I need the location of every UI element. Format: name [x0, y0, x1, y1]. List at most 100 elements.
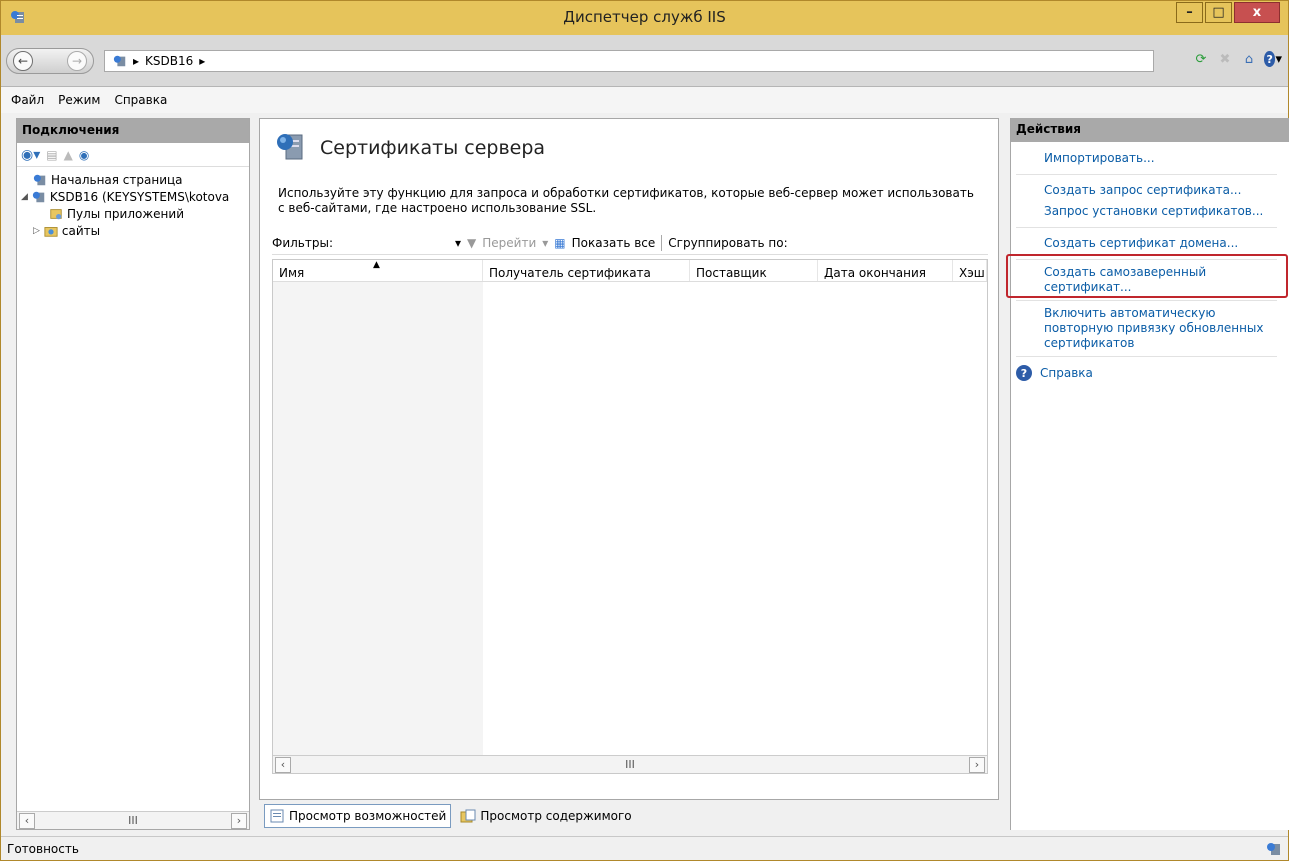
actions-header: Действия [1011, 118, 1289, 142]
menu-bar: Файл Режим Справка [1, 87, 1288, 113]
help-icon: ? [1016, 365, 1032, 381]
scroll-left-icon[interactable]: ‹ [19, 812, 35, 829]
tree-label: Начальная страница [51, 172, 183, 187]
save-icon[interactable]: ▤ [46, 148, 57, 162]
actions-list: Импортировать... Создать запрос сертифик… [1011, 142, 1289, 384]
disconnect-icon[interactable]: ◉ [79, 148, 89, 162]
show-all-icon: ▦ [554, 235, 566, 250]
back-arrow-icon[interactable]: ← [13, 51, 33, 71]
action-create-domain-cert[interactable]: Создать сертификат домена... [1016, 233, 1277, 254]
tab-content-view[interactable]: Просмотр содержимого [455, 804, 636, 828]
expand-triangle-icon[interactable]: ▷ [33, 226, 40, 236]
action-help[interactable]: ? Справка [1016, 362, 1289, 384]
connections-header: Подключения [17, 119, 249, 143]
close-button[interactable]: x [1234, 2, 1280, 23]
features-view-icon [270, 809, 284, 823]
view-tabs: Просмотр возможностей Просмотр содержимо… [264, 804, 637, 828]
action-help-label: Справка [1040, 366, 1093, 380]
home-icon[interactable]: ⌂ [1240, 50, 1258, 68]
refresh-icon[interactable]: ⟳ [1192, 50, 1210, 68]
column-header-issuer[interactable]: Поставщик [690, 260, 818, 281]
tree-item-sites[interactable]: ▷ сайты [19, 222, 247, 239]
title-bar: Диспетчер служб IIS – □ x [1, 1, 1288, 35]
up-folder-icon[interactable]: ▲ [64, 148, 73, 162]
address-bar: ← → ▸ KSDB16 ▸ ⟳ ✖ ⌂ ? ▾ [1, 35, 1288, 87]
tree-item-app-pools[interactable]: Пулы приложений [19, 205, 247, 222]
tree-label: сайты [61, 223, 101, 238]
show-all-button[interactable]: Показать все [572, 236, 656, 250]
separator [661, 234, 663, 251]
sites-folder-icon [44, 226, 58, 237]
go-dropdown-icon[interactable]: ▾ [542, 236, 548, 250]
tab-features-view[interactable]: Просмотр возможностей [264, 804, 452, 828]
scroll-thumb[interactable]: III [625, 758, 635, 771]
feature-description: Используйте эту функцию для запроса и об… [278, 186, 988, 216]
funnel-icon[interactable]: ▼ [467, 236, 476, 250]
action-create-self-signed[interactable]: Создать самозаверенный сертификат... [1016, 265, 1277, 295]
action-create-request[interactable]: Создать запрос сертификата... [1016, 180, 1277, 201]
tree-label: KSDB16 (KEYSYSTEMS\kotova [49, 189, 230, 204]
action-group-rebind: Включить автоматическую повторную привяз… [1016, 306, 1277, 357]
tree-item-server[interactable]: ◢ KSDB16 (KEYSYSTEMS\kotova [19, 188, 247, 205]
column-header-subject[interactable]: Получатель сертификата [483, 260, 690, 281]
help-dropdown-icon[interactable]: ? ▾ [1264, 50, 1282, 68]
action-group-selfsigned: Создать самозаверенный сертификат... [1016, 265, 1277, 301]
filter-label: Фильтры: [272, 235, 333, 250]
tab-label: Просмотр содержимого [480, 809, 632, 823]
connections-hscrollbar[interactable]: ‹ III › [17, 811, 249, 829]
scroll-right-icon[interactable]: › [968, 756, 985, 773]
collapse-triangle-icon[interactable]: ◢ [21, 192, 28, 202]
breadcrumb[interactable]: ▸ KSDB16 ▸ [104, 50, 1154, 72]
maximize-button[interactable]: □ [1205, 2, 1232, 23]
forward-arrow-icon[interactable]: → [67, 51, 87, 71]
tree-label: Пулы приложений [67, 206, 184, 221]
nav-buttons: ← → [6, 48, 94, 74]
connections-panel: Подключения ◉▾ ▤ ▲ ◉ Начальная страница … [16, 118, 250, 830]
chevron-right-icon[interactable]: ▸ [199, 54, 205, 68]
column-header-hash[interactable]: Хэш [953, 260, 987, 281]
column-header-name[interactable]: Имя ▲ [273, 260, 483, 281]
scroll-thumb[interactable]: III [128, 814, 138, 827]
action-group-requests: Создать запрос сертификата... Запрос уст… [1016, 180, 1277, 228]
window-title: Диспетчер служб IIS [563, 8, 726, 26]
sort-ascending-icon: ▲ [373, 260, 380, 270]
breadcrumb-server[interactable]: KSDB16 [145, 54, 193, 68]
action-line: Включить автоматическую [1044, 306, 1216, 320]
scroll-right-icon[interactable]: › [230, 812, 247, 829]
page-title: Сертификаты сервера [320, 137, 546, 159]
address-toolbar: ⟳ ✖ ⌂ ? ▾ [1192, 50, 1282, 68]
menu-help[interactable]: Справка [114, 93, 167, 107]
sorted-column-shade [273, 282, 483, 755]
stop-icon[interactable]: ✖ [1216, 50, 1234, 68]
action-enable-rebind[interactable]: Включить автоматическую повторную привяз… [1016, 306, 1277, 351]
tree-item-start-page[interactable]: Начальная страница [19, 171, 247, 188]
action-import[interactable]: Импортировать... [1016, 148, 1277, 169]
filter-input[interactable] [339, 234, 449, 252]
filter-bar: Фильтры: ▾ ▼ Перейти ▾ ▦ Показать все Сг… [272, 231, 988, 255]
connect-globe-icon[interactable]: ◉▾ [21, 147, 40, 163]
connections-toolbar: ◉▾ ▤ ▲ ◉ [17, 143, 249, 167]
chevron-right-icon[interactable]: ▸ [133, 54, 139, 68]
description-line: с веб-сайтами, где настроено использован… [278, 201, 597, 215]
server-icon [32, 191, 45, 202]
menu-view[interactable]: Режим [58, 93, 100, 107]
scroll-left-icon[interactable]: ‹ [275, 756, 291, 773]
server-icon [113, 55, 126, 67]
tab-label: Просмотр возможностей [289, 809, 447, 823]
action-line: сертификатов [1044, 336, 1135, 350]
column-header-expiration[interactable]: Дата окончания [818, 260, 953, 281]
filter-dropdown-icon[interactable]: ▾ [455, 236, 461, 250]
action-complete-request[interactable]: Запрос установки сертификатов... [1016, 201, 1277, 222]
action-line: Создать самозаверенный [1044, 265, 1207, 279]
actions-panel: Действия Импортировать... Создать запрос… [1010, 118, 1289, 830]
table-hscrollbar[interactable]: ‹ III › [273, 755, 987, 773]
menu-file[interactable]: Файл [11, 93, 44, 107]
group-by-button[interactable]: Сгруппировать по: [668, 236, 787, 250]
go-button[interactable]: Перейти [482, 236, 536, 250]
app-pools-icon [50, 208, 62, 219]
action-line: сертификат... [1044, 280, 1132, 294]
iis-manager-window: Диспетчер служб IIS – □ x ← → ▸ KSDB16 ▸… [0, 0, 1289, 861]
minimize-button[interactable]: – [1176, 2, 1203, 23]
status-bar: Готовность [1, 836, 1288, 860]
certificate-server-icon [277, 134, 303, 160]
